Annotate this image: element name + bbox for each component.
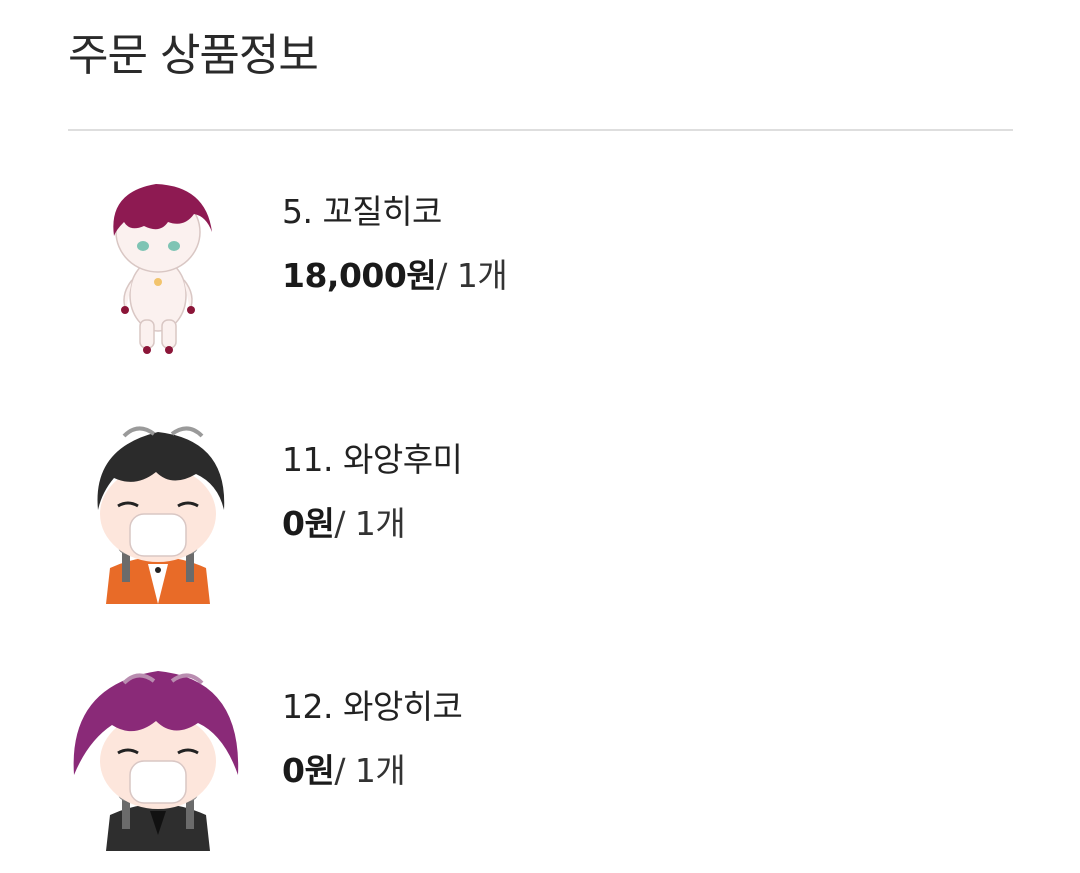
product-quantity: / 1개 bbox=[334, 751, 406, 790]
price-quantity-row: 0원/ 1개 bbox=[282, 749, 406, 793]
product-price: 0원 bbox=[282, 504, 335, 543]
section-divider bbox=[68, 129, 1013, 131]
product-name[interactable]: 11. 와앙후미 bbox=[282, 438, 463, 482]
page-title: 주문 상품정보 bbox=[68, 30, 319, 81]
product-price: 18,000원 bbox=[282, 256, 437, 295]
order-item[interactable]: 5. 꼬질히코 18,000원/ 1개 bbox=[68, 170, 1013, 360]
order-item[interactable]: 11. 와앙후미 0원/ 1개 bbox=[68, 418, 1013, 608]
product-thumbnail[interactable] bbox=[68, 170, 248, 354]
product-name[interactable]: 5. 꼬질히코 bbox=[282, 190, 442, 234]
product-quantity: / 1개 bbox=[436, 256, 508, 295]
product-price: 0원 bbox=[282, 751, 335, 790]
product-thumbnail[interactable] bbox=[68, 665, 248, 851]
product-name[interactable]: 12. 와앙히코 bbox=[282, 685, 463, 729]
order-item[interactable]: 12. 와앙히코 0원/ 1개 bbox=[68, 665, 1013, 855]
product-thumbnail[interactable] bbox=[68, 418, 248, 604]
price-quantity-row: 0원/ 1개 bbox=[282, 502, 406, 546]
price-quantity-row: 18,000원/ 1개 bbox=[282, 254, 508, 298]
product-quantity: / 1개 bbox=[334, 504, 406, 543]
